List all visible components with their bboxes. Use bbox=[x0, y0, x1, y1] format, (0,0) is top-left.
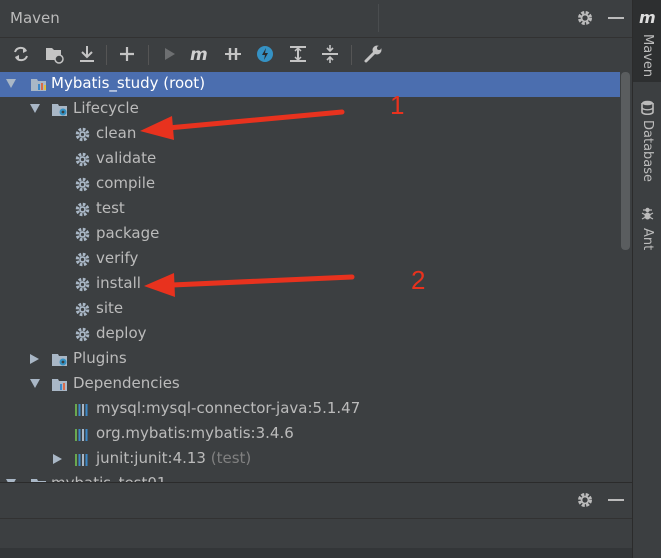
sidebar-tab-maven[interactable]: m Maven bbox=[633, 0, 661, 82]
dependency-label: junit:junit:4.13 (test) bbox=[96, 449, 251, 467]
show-dependencies-icon[interactable] bbox=[287, 43, 309, 65]
annotation-number-2: 2 bbox=[411, 265, 426, 295]
gear-icon[interactable] bbox=[576, 491, 594, 509]
plugins-label: Plugins bbox=[73, 349, 127, 367]
next-project-name: mybatis_test01 bbox=[51, 474, 166, 482]
gear-icon bbox=[74, 226, 91, 243]
dependency-name: mysql:mysql-connector-java:5.1.47 bbox=[96, 399, 361, 417]
settings-wrench-icon[interactable] bbox=[362, 43, 384, 65]
dependency-scope: (test) bbox=[210, 449, 252, 467]
tree-row-phase-compile[interactable]: compile bbox=[0, 172, 620, 197]
phase-label: deploy bbox=[96, 324, 147, 342]
panel-title: Maven bbox=[10, 9, 60, 27]
plugins-folder-icon bbox=[52, 354, 67, 366]
dependencies-folder-icon bbox=[52, 379, 67, 391]
refresh-icon[interactable] bbox=[10, 43, 32, 65]
gear-icon bbox=[74, 151, 91, 168]
add-icon[interactable] bbox=[116, 43, 138, 65]
tree-row-project-root[interactable]: Mybatis_study (root) bbox=[0, 72, 620, 97]
ant-icon bbox=[641, 207, 654, 220]
svg-text:m: m bbox=[190, 45, 208, 65]
collapse-arrow-icon[interactable] bbox=[30, 354, 39, 364]
tree-row-phase-deploy[interactable]: deploy bbox=[0, 322, 620, 347]
tree-row-next-project[interactable]: mybatis_test01 bbox=[0, 472, 620, 482]
tool-window-sidebar: m Maven Database Ant bbox=[632, 0, 661, 558]
maven-project-icon bbox=[31, 79, 46, 91]
phase-label: clean bbox=[96, 124, 137, 142]
dependency-label: mysql:mysql-connector-java:5.1.47 bbox=[96, 399, 360, 417]
bottom-panel-header bbox=[0, 483, 632, 519]
expand-arrow-icon[interactable] bbox=[30, 104, 40, 113]
tree-row-dependency[interactable]: mysql:mysql-connector-java:5.1.47 bbox=[0, 397, 620, 422]
tree-row-phase-verify[interactable]: verify bbox=[0, 247, 620, 272]
toolbar-separator bbox=[106, 45, 107, 65]
library-icon bbox=[74, 426, 91, 443]
expand-arrow-icon[interactable] bbox=[6, 79, 16, 88]
tree-row-lifecycle[interactable]: Lifecycle bbox=[0, 97, 620, 122]
gear-icon bbox=[74, 326, 91, 343]
library-icon bbox=[74, 451, 91, 468]
tree-row-phase-test[interactable]: test bbox=[0, 197, 620, 222]
generate-sources-icon[interactable] bbox=[43, 43, 65, 65]
minimize-icon[interactable] bbox=[608, 499, 624, 501]
lifecycle-folder-icon bbox=[52, 104, 67, 116]
tree-row-dependencies[interactable]: Dependencies bbox=[0, 372, 620, 397]
sidebar-tab-database[interactable]: Database bbox=[633, 96, 661, 190]
sidebar-label-maven: Maven bbox=[640, 34, 655, 78]
collapse-all-icon[interactable] bbox=[319, 43, 341, 65]
gear-icon bbox=[74, 276, 91, 293]
gear-icon bbox=[74, 301, 91, 318]
status-strip bbox=[0, 548, 632, 558]
download-icon[interactable] bbox=[76, 43, 98, 65]
sidebar-label-ant: Ant bbox=[640, 228, 655, 251]
maven-logo-icon: m bbox=[639, 8, 656, 27]
phase-label: validate bbox=[96, 149, 157, 167]
maven-toolbar: m bbox=[0, 38, 632, 70]
library-icon bbox=[74, 401, 91, 418]
project-name: Mybatis_study (root) bbox=[51, 74, 206, 92]
database-icon bbox=[641, 100, 654, 115]
gear-icon bbox=[74, 201, 91, 218]
sidebar-label-database: Database bbox=[640, 120, 655, 183]
phase-label: test bbox=[96, 199, 125, 217]
phase-label: site bbox=[96, 299, 124, 317]
execute-goal-icon[interactable]: m bbox=[189, 43, 211, 65]
phase-label: verify bbox=[96, 249, 139, 267]
dependency-name: org.mybatis:mybatis:3.4.6 bbox=[96, 424, 294, 442]
maven-project-tree: Mybatis_study (root) Lifecycle clean vali… bbox=[0, 70, 620, 482]
run-icon[interactable] bbox=[158, 43, 180, 65]
header-divider bbox=[378, 4, 379, 32]
tree-row-plugins[interactable]: Plugins bbox=[0, 347, 620, 372]
gear-icon bbox=[74, 251, 91, 268]
toolbar-separator bbox=[351, 45, 352, 65]
phase-label: compile bbox=[96, 174, 156, 192]
toolbar-separator bbox=[148, 45, 149, 65]
toggle-offline-icon[interactable] bbox=[222, 43, 244, 65]
annotation-number-1: 1 bbox=[390, 90, 405, 120]
maven-panel: Maven m Mybatis_study (root) Lifecycle c… bbox=[0, 0, 632, 558]
gear-icon bbox=[74, 176, 91, 193]
lifecycle-label: Lifecycle bbox=[73, 99, 139, 117]
tree-row-phase-package[interactable]: package bbox=[0, 222, 620, 247]
tree-row-dependency[interactable]: junit:junit:4.13 (test) bbox=[0, 447, 620, 472]
dependency-label: org.mybatis:mybatis:3.4.6 bbox=[96, 424, 294, 442]
tree-row-dependency[interactable]: org.mybatis:mybatis:3.4.6 bbox=[0, 422, 620, 447]
collapse-arrow-icon[interactable] bbox=[53, 454, 62, 464]
tree-row-phase-site[interactable]: site bbox=[0, 297, 620, 322]
dependency-name: junit:junit:4.13 bbox=[96, 449, 206, 467]
phase-label: install bbox=[96, 274, 141, 292]
phase-label: package bbox=[96, 224, 160, 242]
minimize-icon[interactable] bbox=[608, 17, 624, 19]
tree-row-phase-install[interactable]: install bbox=[0, 272, 620, 297]
gear-icon[interactable] bbox=[576, 9, 594, 27]
tree-row-phase-validate[interactable]: validate bbox=[0, 147, 620, 172]
sidebar-tab-ant[interactable]: Ant bbox=[633, 204, 661, 256]
tree-scrollbar[interactable] bbox=[621, 72, 630, 250]
dependencies-label: Dependencies bbox=[73, 374, 180, 392]
expand-arrow-icon[interactable] bbox=[30, 379, 40, 388]
tree-row-phase-clean[interactable]: clean bbox=[0, 122, 620, 147]
gear-icon bbox=[74, 126, 91, 143]
panel-header: Maven bbox=[0, 0, 632, 38]
skip-tests-icon[interactable] bbox=[254, 43, 276, 65]
